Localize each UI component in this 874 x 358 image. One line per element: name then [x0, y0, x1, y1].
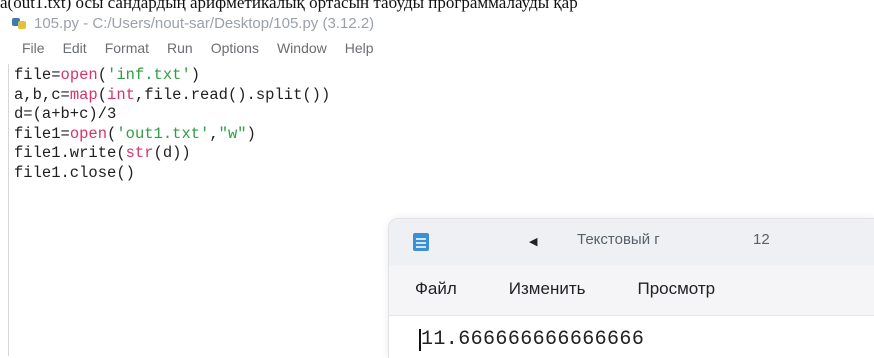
code-line-3: d=(a+b+c)/3 [14, 105, 117, 124]
code-line-1: file=open('inf.txt') [14, 66, 201, 84]
notepad-tab-count: 12 [753, 231, 770, 248]
python-icon [12, 16, 28, 30]
editor-left-border [8, 64, 9, 356]
notepad-menu-edit[interactable]: Изменить [509, 279, 586, 299]
notepad-window: ◀ Текстовый г 12 Файл Изменить Просмотр … [388, 218, 874, 358]
notepad-tab-bar: ◀ Текстовый г 12 [389, 219, 874, 265]
code-line-6: file1.close() [14, 163, 135, 182]
notepad-content: 11.666666666666666 [421, 328, 645, 351]
notepad-tab-title[interactable]: Текстовый г [577, 231, 660, 248]
notepad-menu-bar: Файл Изменить Просмотр [415, 279, 767, 299]
idle-title-bar: 105.py - C:/Users/nout-sar/Desktop/105.p… [12, 12, 374, 34]
menu-file[interactable]: File [22, 40, 45, 56]
idle-menu-bar: File Edit Format Run Options Window Help [22, 40, 392, 56]
notepad-menu-view[interactable]: Просмотр [637, 279, 715, 299]
menu-window[interactable]: Window [277, 40, 327, 56]
idle-window-title: 105.py - C:/Users/nout-sar/Desktop/105.p… [34, 14, 375, 32]
menu-help[interactable]: Help [345, 40, 374, 56]
notepad-icon [413, 233, 429, 251]
menu-format[interactable]: Format [105, 40, 149, 56]
code-line-5: file1.write(str(d)) [14, 144, 191, 163]
code-text[interactable]: file=open('inf.txt') a,b,c=map(int,file.r… [14, 66, 330, 184]
menu-edit[interactable]: Edit [63, 40, 87, 56]
menu-options[interactable]: Options [211, 40, 259, 56]
notepad-text-area[interactable]: 11.666666666666666 [389, 315, 874, 358]
notepad-menu-file[interactable]: Файл [415, 279, 457, 299]
menu-run[interactable]: Run [167, 40, 193, 56]
code-line-4: file1=open('out1.txt',"w") [14, 124, 256, 143]
tab-scroll-left-icon[interactable]: ◀ [529, 235, 537, 248]
code-line-2: a,b,c=map(int,file.read().split()) [14, 85, 331, 104]
